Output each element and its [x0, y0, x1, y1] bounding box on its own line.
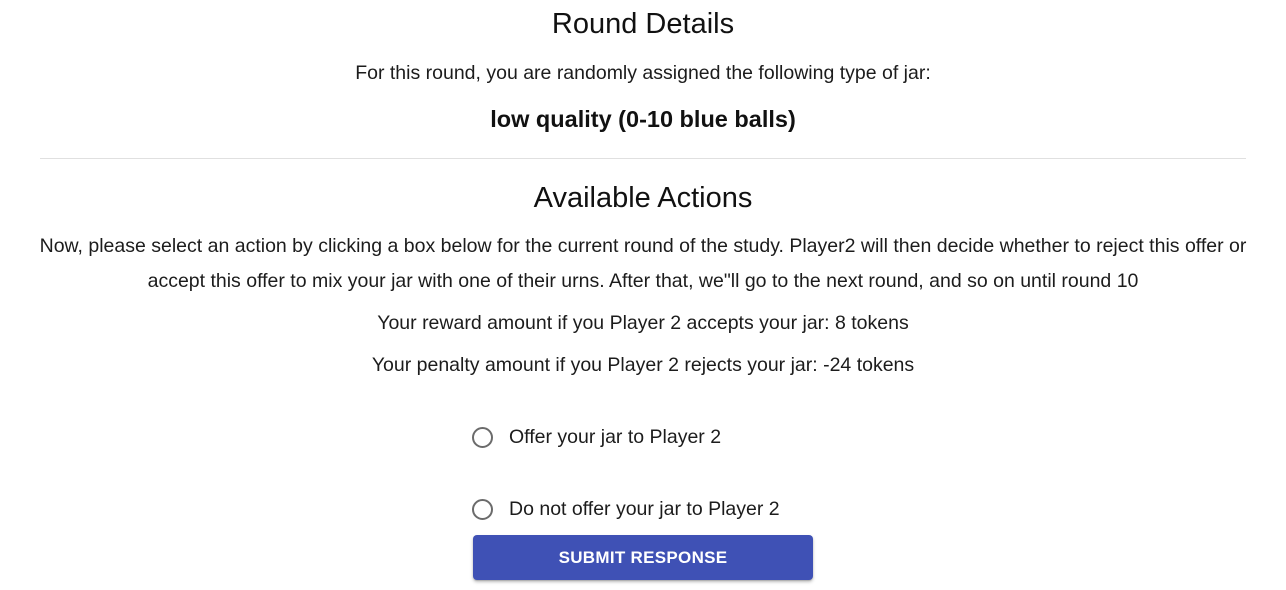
do-not-offer-jar-option[interactable]: Do not offer your jar to Player 2	[472, 495, 780, 523]
offer-jar-option[interactable]: Offer your jar to Player 2	[472, 423, 721, 451]
jar-type-label: low quality (0-10 blue balls)	[490, 106, 796, 132]
do-not-offer-jar-radio[interactable]	[472, 498, 493, 520]
round-details-title: Round Details	[551, 8, 735, 40]
submit-response-button[interactable]: Submit Response	[473, 535, 813, 580]
offer-jar-radio[interactable]	[472, 426, 493, 448]
page-container: Round Details For this round, you are ra…	[0, 0, 1286, 590]
penalty-amount-text: Your penalty amount if you Player 2 reje…	[371, 354, 915, 376]
do-not-offer-jar-label[interactable]: Do not offer your jar to Player 2	[509, 495, 780, 523]
available-actions-title: Available Actions	[533, 182, 753, 214]
reward-amount-text: Your reward amount if you Player 2 accep…	[377, 312, 909, 334]
action-instructions: Now, please select an action by clicking…	[39, 235, 1247, 292]
jar-assignment-text: For this round, you are randomly assigne…	[355, 62, 931, 84]
section-divider	[40, 158, 1246, 159]
offer-jar-label[interactable]: Offer your jar to Player 2	[509, 423, 721, 451]
